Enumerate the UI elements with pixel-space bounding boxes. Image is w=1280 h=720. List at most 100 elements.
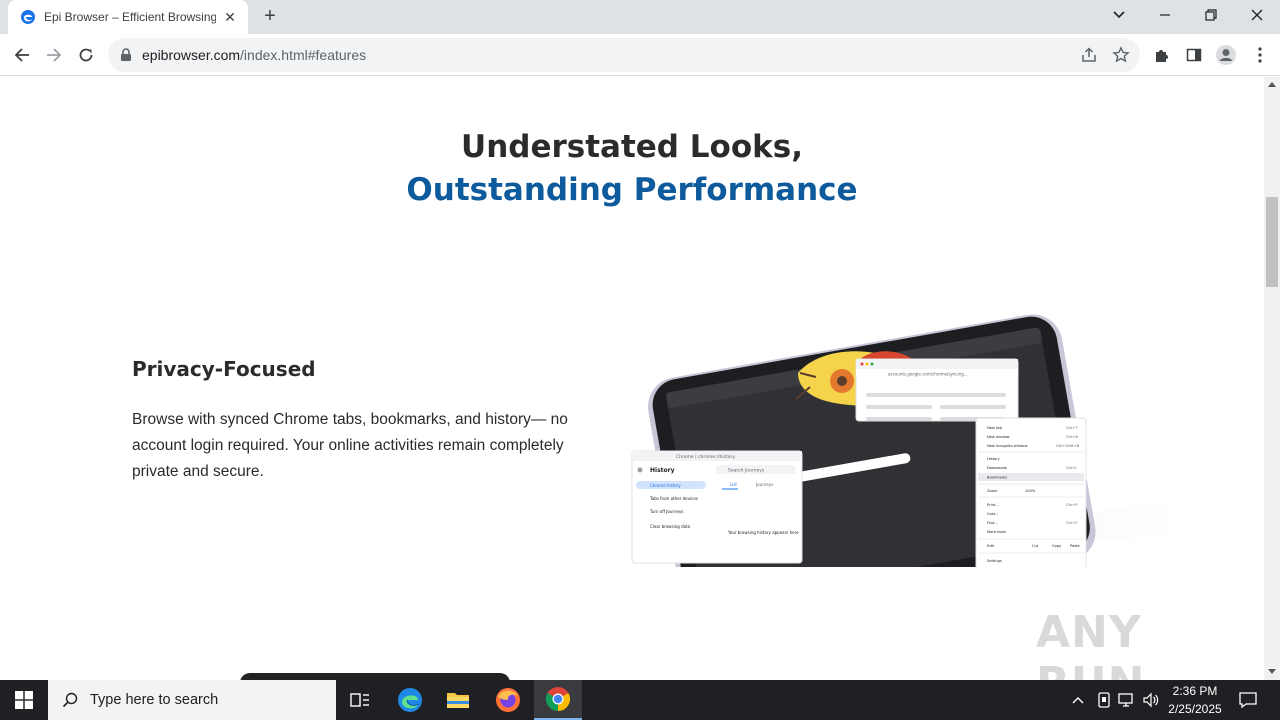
- side-panel-button[interactable]: [1183, 44, 1205, 66]
- svg-text:New window: New window: [987, 435, 1010, 439]
- forward-button[interactable]: [39, 40, 69, 70]
- svg-text:Zoom: Zoom: [987, 489, 998, 493]
- history-tab-list: List: [730, 482, 737, 487]
- taskbar-edge-button[interactable]: [386, 680, 434, 720]
- edge-icon: [398, 688, 422, 712]
- taskbar-search-placeholder: Type here to search: [90, 692, 219, 708]
- epi-browser-favicon-icon: [21, 10, 35, 24]
- svg-text:Paste: Paste: [1070, 544, 1080, 548]
- start-button[interactable]: [0, 680, 48, 720]
- notification-icon: [1239, 692, 1257, 708]
- search-icon: [62, 692, 78, 708]
- show-hidden-icons-button[interactable]: [1068, 680, 1088, 720]
- svg-text:Downloads: Downloads: [987, 466, 1007, 470]
- url-path: /index.html#features: [240, 47, 367, 63]
- history-menu-item: Tabs from other devices: [649, 496, 698, 501]
- svg-text:Print...: Print...: [987, 503, 999, 507]
- browser-toolbar: epibrowser.com/index.html#features: [0, 34, 1280, 76]
- chevron-down-icon: [1113, 11, 1125, 19]
- chrome-icon: [545, 687, 571, 711]
- tab-title: Epi Browser – Efficient Browsing,: [44, 10, 216, 24]
- svg-text:Settings: Settings: [987, 559, 1002, 563]
- task-view-icon: [350, 693, 369, 707]
- folder-icon: [447, 693, 469, 708]
- taskbar-search-box[interactable]: Type here to search: [48, 680, 336, 720]
- history-search: Search Journeys: [728, 468, 765, 474]
- clock-time: 2:36 PM: [1172, 684, 1218, 698]
- new-tab-button[interactable]: +: [258, 6, 282, 28]
- svg-text:Cast...: Cast...: [987, 512, 998, 516]
- svg-text:Ctrl+F: Ctrl+F: [1066, 521, 1077, 525]
- lock-icon: [121, 48, 131, 61]
- reload-button[interactable]: [71, 40, 101, 70]
- svg-text:Copy: Copy: [1052, 544, 1062, 548]
- bookmark-star-icon[interactable]: [1112, 46, 1130, 64]
- history-window-mock: Chrome | chrome://history History Search…: [631, 450, 803, 564]
- history-menu-item: Chrome history: [650, 483, 681, 488]
- profile-button[interactable]: [1215, 44, 1237, 66]
- taskbar-chrome-button[interactable]: [534, 680, 582, 720]
- history-menu-item: Clear browsing data: [650, 524, 691, 529]
- browser-tab-active[interactable]: Epi Browser – Efficient Browsing, ✕: [8, 0, 248, 34]
- next-section-device-edge: [240, 673, 510, 680]
- taskbar-clock[interactable]: 2:36 PM 2/25/2025: [1160, 682, 1230, 718]
- browser-menu-button[interactable]: [1249, 44, 1271, 66]
- puzzle-icon: [1156, 50, 1168, 62]
- svg-text:Bookmarks: Bookmarks: [987, 476, 1007, 480]
- restore-button[interactable]: [1188, 0, 1234, 30]
- taskbar-firefox-button[interactable]: [484, 680, 532, 720]
- side-panel-icon: [1186, 48, 1202, 62]
- windows-taskbar: Type here to search 2:36 PM 2/25/2025: [0, 680, 1280, 720]
- history-tab-journeys: Journeys: [755, 482, 773, 487]
- history-breadcrumb: Chrome | chrome://history: [676, 454, 735, 460]
- feature-title: Privacy-Focused: [132, 357, 316, 381]
- task-view-button[interactable]: [336, 680, 384, 720]
- firefox-icon: [496, 688, 520, 712]
- svg-text:Find...: Find...: [987, 521, 998, 525]
- tray-network-button[interactable]: [1116, 680, 1138, 720]
- close-window-button[interactable]: [1234, 0, 1280, 30]
- close-icon: [1251, 9, 1263, 21]
- restore-icon: [1205, 9, 1217, 21]
- arrow-left-icon: [14, 48, 29, 62]
- windows-logo-icon: [15, 691, 33, 709]
- scroll-down-arrow-icon[interactable]: [1268, 669, 1276, 674]
- extensions-button[interactable]: [1151, 44, 1173, 66]
- svg-text:More tools: More tools: [987, 530, 1006, 534]
- sync-address: accounts.google.com/chrome/syncing...: [888, 372, 968, 377]
- feature-description: Browse with synced Chrome tabs, bookmark…: [132, 411, 568, 480]
- action-center-button[interactable]: [1232, 680, 1264, 720]
- section-heading-line2: Outstanding Performance: [406, 172, 858, 208]
- minimize-button[interactable]: [1142, 0, 1188, 30]
- scrollbar-thumb[interactable]: [1266, 197, 1278, 287]
- tab-strip: Epi Browser – Efficient Browsing, ✕ +: [0, 0, 1280, 34]
- device-icon: [1098, 692, 1110, 708]
- minimize-icon: [1160, 14, 1170, 16]
- tray-volume-button[interactable]: [1140, 680, 1162, 720]
- page-scrollbar[interactable]: [1264, 77, 1280, 680]
- more-vertical-icon: [1258, 47, 1262, 63]
- chevron-up-icon: [1072, 697, 1084, 704]
- address-bar[interactable]: epibrowser.com/index.html#features: [108, 38, 1140, 72]
- tab-close-icon[interactable]: ✕: [222, 9, 238, 25]
- tab-search-button[interactable]: [1096, 0, 1142, 30]
- volume-icon: [1143, 692, 1159, 708]
- feature-illustration: Chrome | chrome://history History Search…: [631, 314, 1180, 567]
- history-title: History: [650, 467, 675, 474]
- svg-text:Cut: Cut: [1032, 544, 1039, 548]
- history-menu-item: Turn off Journeys: [649, 509, 683, 514]
- back-button[interactable]: [7, 40, 37, 70]
- svg-text:New tab: New tab: [987, 426, 1003, 430]
- taskbar-file-explorer-button[interactable]: [434, 680, 482, 720]
- share-icon[interactable]: [1080, 46, 1098, 64]
- svg-text:Ctrl+J: Ctrl+J: [1066, 466, 1076, 470]
- reload-icon: [79, 48, 93, 62]
- avatar-icon: [1216, 45, 1236, 65]
- svg-text:Ctrl+N: Ctrl+N: [1066, 435, 1078, 439]
- tray-device-button[interactable]: [1094, 680, 1114, 720]
- scroll-up-arrow-icon[interactable]: [1268, 82, 1276, 87]
- history-empty-text: Your browsing history appears here: [727, 530, 799, 535]
- svg-text:Ctrl+Shift+N: Ctrl+Shift+N: [1056, 444, 1080, 448]
- context-menu-mock: New tab Ctrl+T New window Ctrl+N New Incog…: [975, 417, 1087, 567]
- section-heading-line1: Understated Looks,: [461, 129, 803, 165]
